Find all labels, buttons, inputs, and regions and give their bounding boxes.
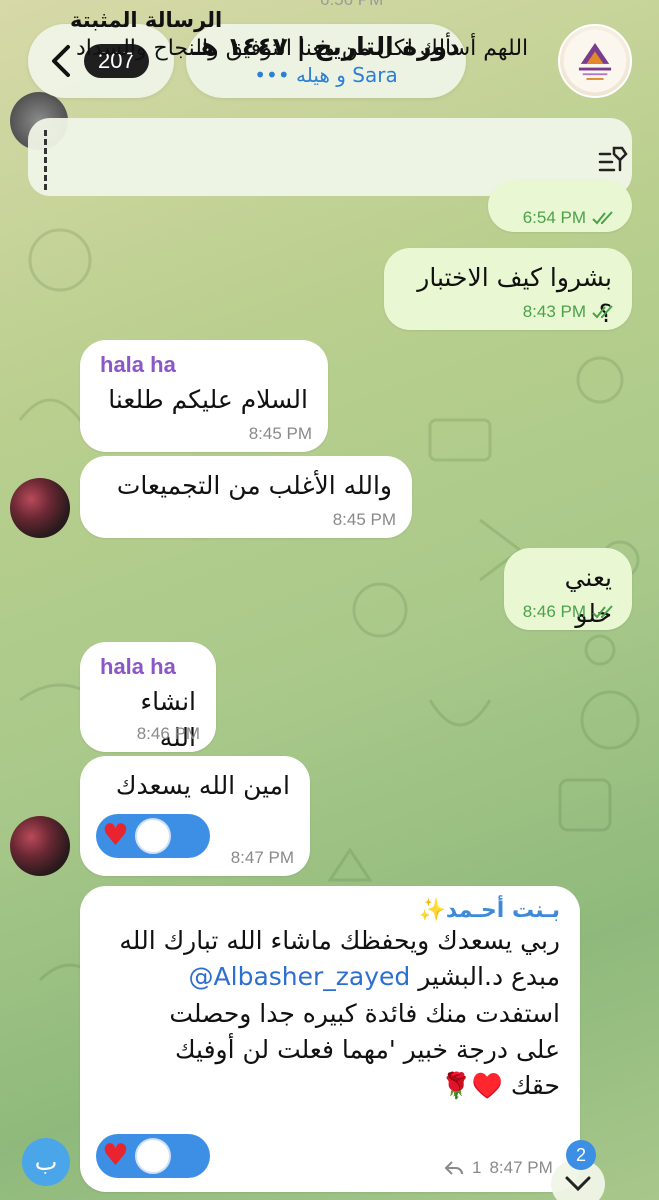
- message-bubble-outgoing[interactable]: يعني حلو 8:46 PM: [504, 548, 632, 630]
- reply-count: 1: [472, 1158, 482, 1177]
- message-time: 8:46 PM: [136, 724, 200, 743]
- message-bubble-outgoing[interactable]: بشروا كيف الاختبار ؟ 8:43 PM: [384, 248, 632, 330]
- message-time: 8:47 PM: [230, 848, 294, 867]
- reply-arrow-icon: [444, 1161, 463, 1175]
- pinned-indicator: [44, 130, 47, 190]
- message-text: امين الله يسعدك: [115, 771, 290, 800]
- message-time: 8:45 PM: [248, 424, 312, 443]
- heart-icon: ♥: [102, 818, 129, 853]
- mention-link[interactable]: @Albasher_zayed: [189, 962, 411, 991]
- reaction-heart-button[interactable]: ♥: [96, 1134, 210, 1178]
- chevron-left-icon: [52, 45, 70, 77]
- reactor-avatar: [134, 818, 171, 854]
- message-line-5: حقك ♥️🌹: [440, 1071, 560, 1100]
- heart-icon: ♥: [102, 1138, 129, 1173]
- pinned-text: اللهم أسألك لكل من معنا التوفيق والنجاح …: [76, 36, 529, 61]
- message-sender[interactable]: hala ha: [100, 654, 196, 680]
- message-bubble-incoming[interactable]: والله الأغلب من التجميعات 8:45 PM: [80, 456, 412, 538]
- message-time: 8:43 PM: [522, 302, 586, 321]
- message-sender[interactable]: hala ha: [100, 352, 308, 378]
- message-bubble-incoming[interactable]: hala ha انشاء الله 8:46 PM: [80, 642, 216, 752]
- message-sender[interactable]: بـنت أحـمد✨: [100, 898, 560, 923]
- message-time: 8:46 PM: [522, 602, 586, 621]
- message-line-2: مبدع د.البشير @Albasher_zayed: [100, 959, 560, 995]
- message-line-1: ربي يسعدك ويحفظك ماشاء الله تبارك الله: [119, 926, 560, 955]
- double-check-icon: [592, 605, 613, 619]
- pin-list-icon: [598, 146, 628, 172]
- message-line-4: على درجة خبير 'مهما فعلت لن أوفيك: [174, 1034, 560, 1064]
- reactor-avatar: [134, 1138, 171, 1174]
- message-text: والله الأغلب من التجميعات: [116, 471, 392, 500]
- group-logo-icon: [563, 29, 627, 93]
- unread-mentions-badge: 2: [566, 1140, 596, 1170]
- message-time: 8:47 PM: [489, 1158, 553, 1177]
- message-text: انشاء الله: [140, 687, 196, 753]
- message-line-3: استفدت منك فائدة كبيره جدا وحصلت: [169, 998, 560, 1028]
- message-text: السلام عليكم طلعنا: [108, 385, 308, 414]
- sender-avatar[interactable]: [10, 816, 70, 876]
- message-time: 8:45 PM: [332, 510, 396, 529]
- message-line-2-text: مبدع د.البشير: [410, 962, 560, 992]
- reaction-heart-button[interactable]: ♥: [96, 814, 210, 858]
- message-time: 6:54 PM: [522, 208, 586, 227]
- double-check-icon: [592, 305, 613, 319]
- message-meta: 1 8:47 PM: [444, 1158, 553, 1178]
- top-time-fragment: 6:56 PM: [320, 0, 383, 10]
- double-check-icon: [592, 211, 613, 225]
- chevron-down-icon: [565, 1176, 591, 1192]
- group-avatar[interactable]: [558, 24, 632, 98]
- sender-avatar[interactable]: [10, 478, 70, 538]
- pinned-title: الرسالة المثبتة: [70, 8, 223, 32]
- message-bubble-incoming[interactable]: hala ha السلام عليكم طلعنا 8:45 PM: [80, 340, 328, 452]
- typing-status: Sara و هيله •••: [254, 63, 398, 87]
- message-bubble-outgoing[interactable]: 6:54 PM: [488, 180, 632, 232]
- bot-menu-button[interactable]: ب: [22, 1138, 70, 1186]
